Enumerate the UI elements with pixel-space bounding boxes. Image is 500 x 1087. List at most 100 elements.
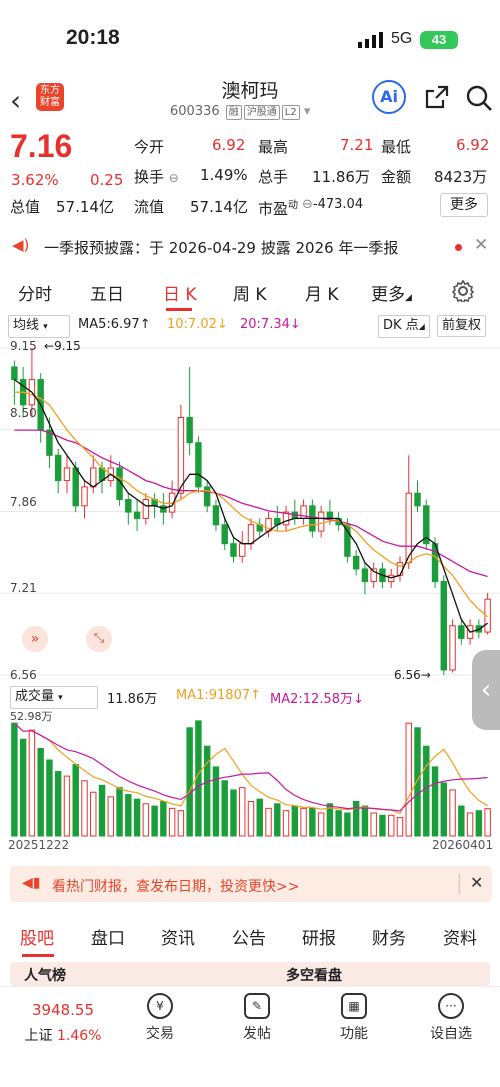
candle-body: [247, 524, 255, 545]
float-value: 57.14亿: [190, 198, 248, 216]
candle-body: [142, 499, 150, 519]
unread-dot: [455, 244, 462, 251]
tab-five-day[interactable]: 五日: [90, 280, 124, 305]
index-widget[interactable]: 3948.55 上证 1.46%: [18, 1001, 108, 1045]
volume-bar: [344, 812, 351, 837]
volume-bar: [90, 791, 97, 837]
tab-research[interactable]: 研报: [302, 924, 336, 949]
nav-watchlist[interactable]: ··· 设自选: [411, 993, 491, 1043]
share-icon[interactable]: [424, 84, 450, 110]
adjust-select[interactable]: 前复权: [437, 315, 487, 337]
volume-bar: [54, 771, 62, 837]
tab-monthly-k[interactable]: 月 K: [305, 280, 339, 305]
dk-label: DK 点: [383, 318, 419, 333]
more-button[interactable]: 更多: [440, 193, 488, 217]
volume-bar: [160, 800, 167, 837]
high-marker: ←9.15: [44, 339, 81, 353]
tab-forum[interactable]: 股吧: [20, 924, 54, 949]
volume-bar: [107, 796, 114, 837]
tab-weekly-k[interactable]: 周 K: [233, 280, 267, 305]
nav-functions[interactable]: ▦ 功能: [314, 993, 394, 1043]
volume-chart[interactable]: [0, 708, 500, 838]
volume-indicator-select[interactable]: 成交量 ▾: [10, 686, 98, 709]
pe-value: ⊖-473.04: [302, 197, 363, 212]
tab-daily-k[interactable]: 日 K: [163, 280, 197, 305]
expand-icon[interactable]: ⤡: [86, 626, 112, 652]
tab-intraday[interactable]: 分时: [18, 280, 52, 305]
ai-assistant-button[interactable]: Ai: [372, 80, 406, 114]
volume-bar: [203, 745, 211, 837]
promo-banner[interactable]: ◀▮ 看热门财报，查发布日期，投资更快>> | ✕: [10, 866, 492, 902]
vol-ma2-label: MA2:12.58万↓: [270, 692, 364, 707]
stock-code: 600336: [170, 104, 220, 119]
candle-body: [186, 416, 193, 444]
close-icon[interactable]: ✕: [474, 235, 488, 255]
volume-bar: [239, 787, 246, 837]
price-axis-bottom: 6.56: [10, 668, 37, 682]
info-icon[interactable]: ⊖: [169, 171, 179, 185]
fast-forward-icon[interactable]: »: [22, 626, 48, 652]
volume-bar: [221, 780, 228, 837]
tab-orderbook[interactable]: 盘口: [91, 924, 125, 949]
notice-bar[interactable]: ◀) 一季报预披露：于 2026-04-29 披露 2026 年一季报 ✕: [0, 228, 500, 266]
nav-post[interactable]: ✎ 发帖: [217, 993, 297, 1043]
pe-sup: 动: [288, 200, 299, 211]
turnover-label-text: 换手: [134, 168, 165, 186]
ma5-text: MA5:6.97: [78, 317, 140, 332]
candle-body: [63, 467, 71, 482]
volume-bar: [291, 805, 299, 837]
market-cap-value: 57.14亿: [56, 198, 114, 216]
tab-announcements[interactable]: 公告: [232, 924, 266, 949]
volume-value: 11.86万: [312, 168, 370, 186]
low-value: 6.92: [456, 136, 490, 154]
open-label: 今开: [134, 138, 165, 156]
volume-bar: [309, 807, 316, 837]
search-icon[interactable]: [465, 84, 493, 112]
period-tabs: 分时 五日 日 K 周 K 月 K 更多◢: [0, 276, 500, 311]
nav-watchlist-label: 设自选: [430, 1026, 472, 1042]
volume-bar: [414, 727, 421, 837]
candle-body: [11, 366, 18, 381]
clock: 20:18: [66, 26, 120, 49]
candle-body: [212, 505, 220, 526]
tab-profile[interactable]: 资料: [443, 924, 477, 949]
tab-news[interactable]: 资讯: [161, 924, 195, 949]
long-short-label: 多空看盘: [286, 968, 342, 984]
dk-point-select[interactable]: DK 点◢: [378, 315, 430, 338]
candle-body: [239, 543, 246, 557]
status-bar: 20:18 5G 43: [0, 0, 500, 78]
volume-bar: [98, 784, 106, 837]
current-price: 7.16: [10, 128, 73, 164]
volume-bar: [449, 789, 456, 837]
tab-financials[interactable]: 财务: [372, 924, 406, 949]
candle-body: [317, 511, 325, 532]
price-axis-2: 8.50: [10, 406, 37, 420]
nav-trade[interactable]: ¥ 交易: [120, 993, 200, 1043]
index-value: 3948.55: [31, 1001, 95, 1019]
nav-post-label: 发帖: [243, 1026, 271, 1042]
candlestick-chart[interactable]: [0, 340, 500, 685]
stock-code-row: 600336 融沪股通 L2 ▾: [170, 104, 310, 120]
volume-bar: [440, 782, 448, 837]
chevron-down-icon[interactable]: ▾: [304, 104, 311, 119]
gear-icon[interactable]: [452, 280, 474, 302]
close-icon[interactable]: ✕: [470, 873, 483, 892]
feature-strip[interactable]: 人气榜 多空看盘: [10, 962, 490, 986]
tab-more[interactable]: 更多◢: [371, 280, 412, 305]
volume-bar: [133, 798, 141, 837]
volume-bar: [28, 729, 36, 837]
volume-bar: [46, 759, 53, 837]
turnover-label[interactable]: 换手 ⊖: [134, 166, 179, 187]
vol-ma1-text: MA1:91807: [176, 688, 251, 703]
active-tab-indicator: [22, 954, 54, 957]
volume-bar: [63, 775, 71, 837]
ma10-label: 10:7.02↓: [167, 317, 228, 332]
low-marker: 6.56→: [394, 668, 431, 682]
notice-text: 一季报预披露：于 2026-04-29 披露 2026 年一季报: [44, 239, 399, 257]
volume-bar: [282, 810, 290, 837]
pe-label: 市盈动: [258, 196, 298, 219]
info-tabs: 股吧 盘口 资讯 公告 研报 财务 资料: [0, 918, 500, 957]
indicator-select[interactable]: 均线 ▾: [8, 315, 70, 338]
volume-bar: [11, 722, 18, 837]
volume-bar: [335, 810, 342, 837]
